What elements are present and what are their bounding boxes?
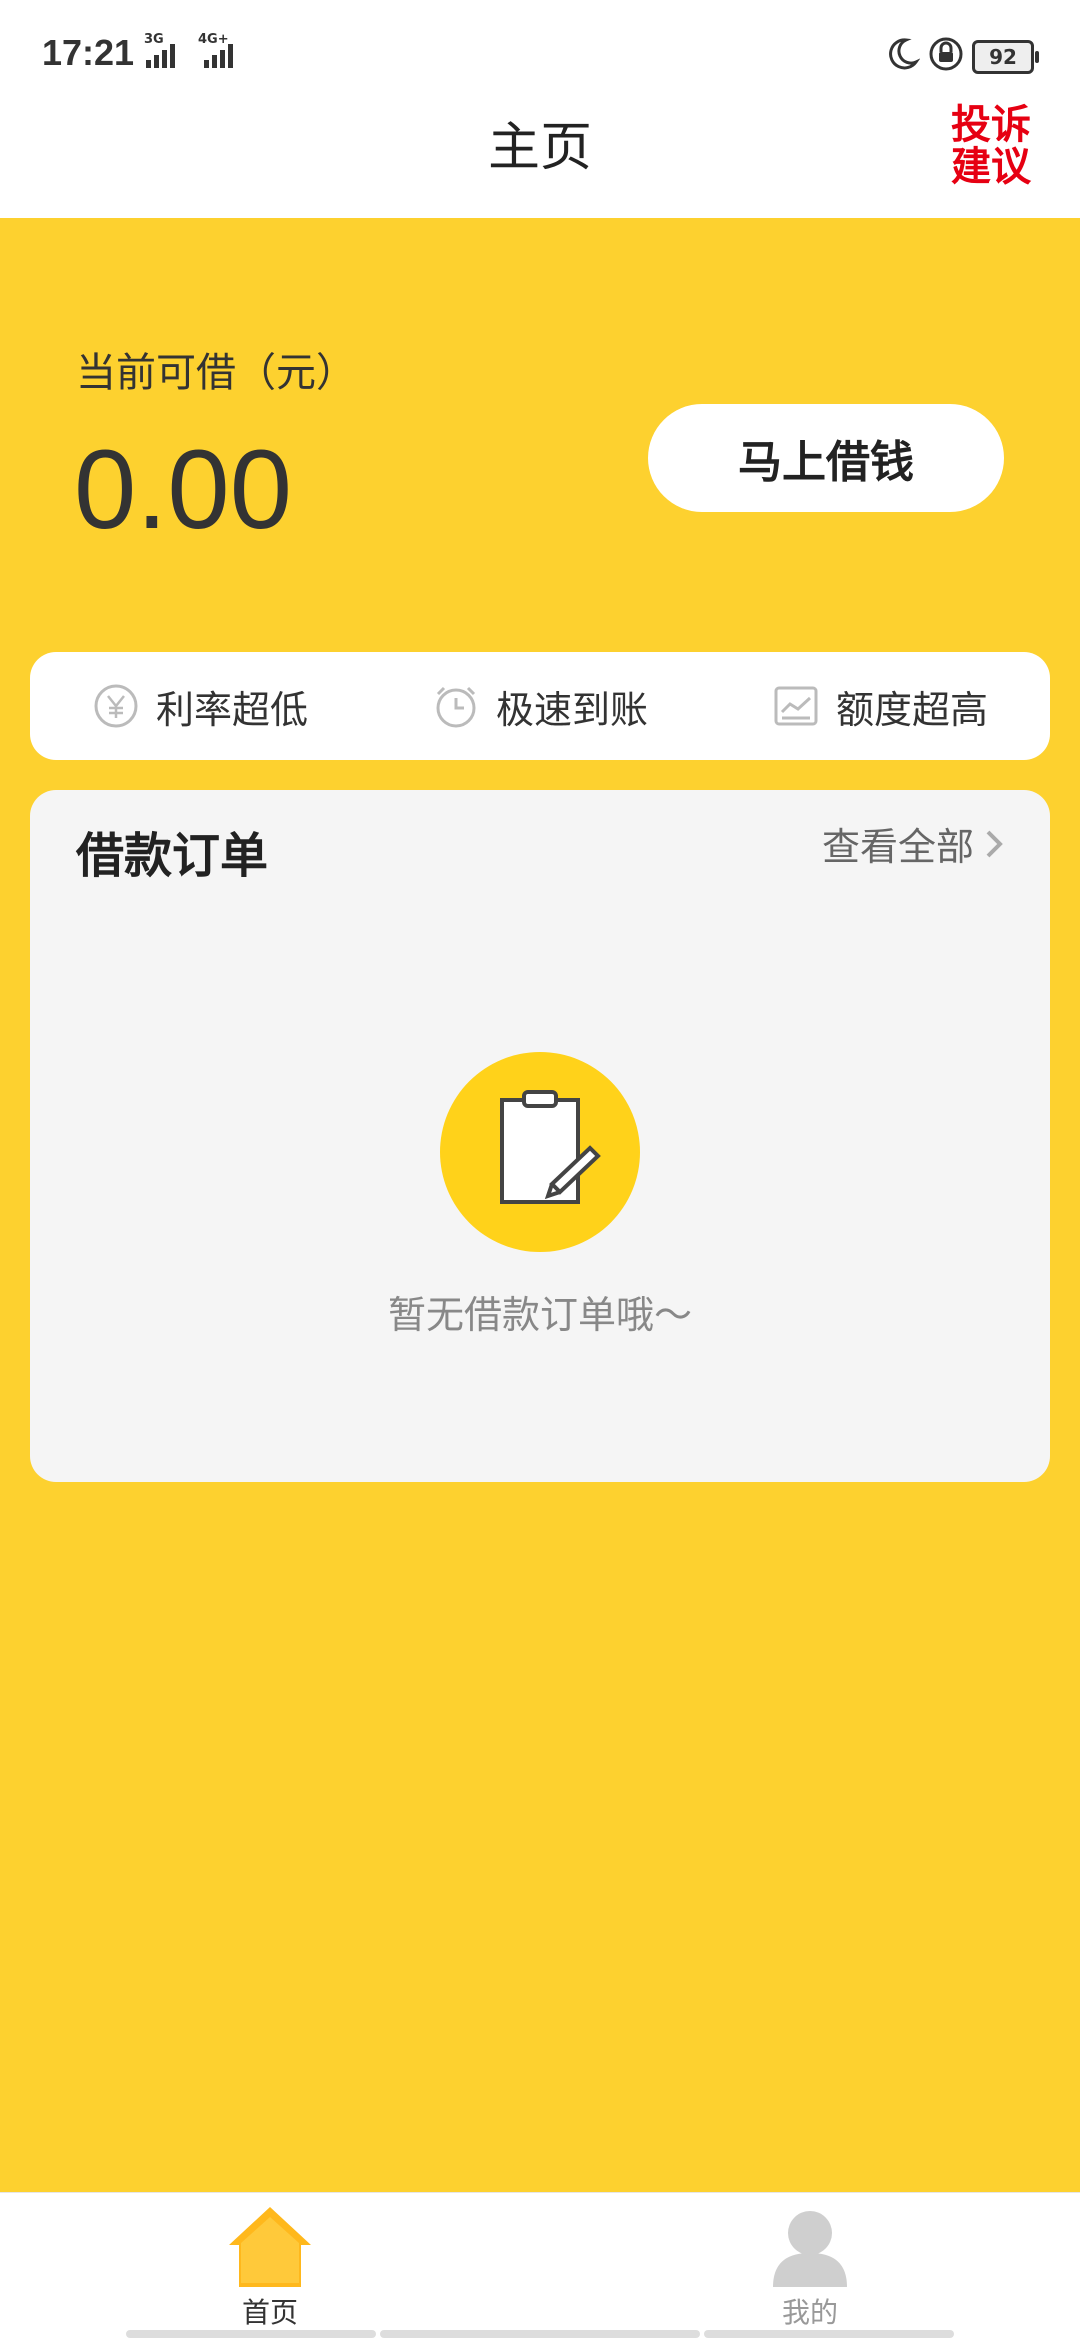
tab-home[interactable]: 首页: [170, 2203, 370, 2331]
gesture-bar: [380, 2330, 700, 2338]
feature-low-rate: 利率超低: [92, 679, 308, 734]
signal-4g-icon: 4G+: [196, 32, 242, 70]
gesture-bar: [126, 2330, 376, 2338]
chevron-right-icon: [986, 830, 1003, 857]
moon-icon: [889, 38, 920, 70]
clock-icon: [436, 686, 476, 728]
bottom-tab-bar: 首页 我的: [0, 2192, 1080, 2340]
complaint-suggestion-button[interactable]: 投诉 建议: [948, 104, 1034, 188]
signal-3g-icon: 3G: [142, 32, 184, 70]
lock-rotation-icon: [929, 37, 963, 71]
yen-icon: [94, 684, 138, 728]
feature-fast-arrival: 极速到账: [432, 679, 648, 734]
status-time: 17:21: [42, 32, 135, 73]
borrow-now-button[interactable]: 马上借钱: [648, 404, 1004, 512]
features-bar: 利率超低 极速到账 额度超高: [30, 652, 1050, 760]
clipboard-icon: [500, 1090, 601, 1204]
status-bar: 17:21 3G 4G+ 92: [0, 0, 1080, 100]
screen: 17:21 3G 4G+ 92 主页 投诉 建议 当前可借（元） 0.00 马上…: [0, 0, 1080, 2340]
limit-label: 当前可借（元）: [76, 350, 356, 396]
battery-icon: 92: [972, 40, 1039, 74]
empty-orders-illustration: [440, 1052, 640, 1252]
view-all-link[interactable]: 查看全部: [822, 816, 1008, 871]
empty-orders-text: 暂无借款订单哦～: [387, 1293, 692, 1337]
home-icon: [229, 2207, 311, 2287]
tab-mine[interactable]: 我的: [710, 2203, 910, 2331]
header: 主页 投诉 建议: [0, 100, 1080, 218]
chart-icon: [774, 686, 818, 726]
page-title: 主页: [487, 118, 592, 178]
gesture-bar: [704, 2330, 954, 2338]
feature-high-limit: 额度超高: [772, 679, 988, 734]
orders-title: 借款订单: [76, 828, 269, 884]
orders-card: 借款订单 查看全部 暂无借款订单哦～: [30, 790, 1050, 1482]
user-icon: [773, 2211, 847, 2287]
limit-value: 0.00: [74, 427, 292, 552]
